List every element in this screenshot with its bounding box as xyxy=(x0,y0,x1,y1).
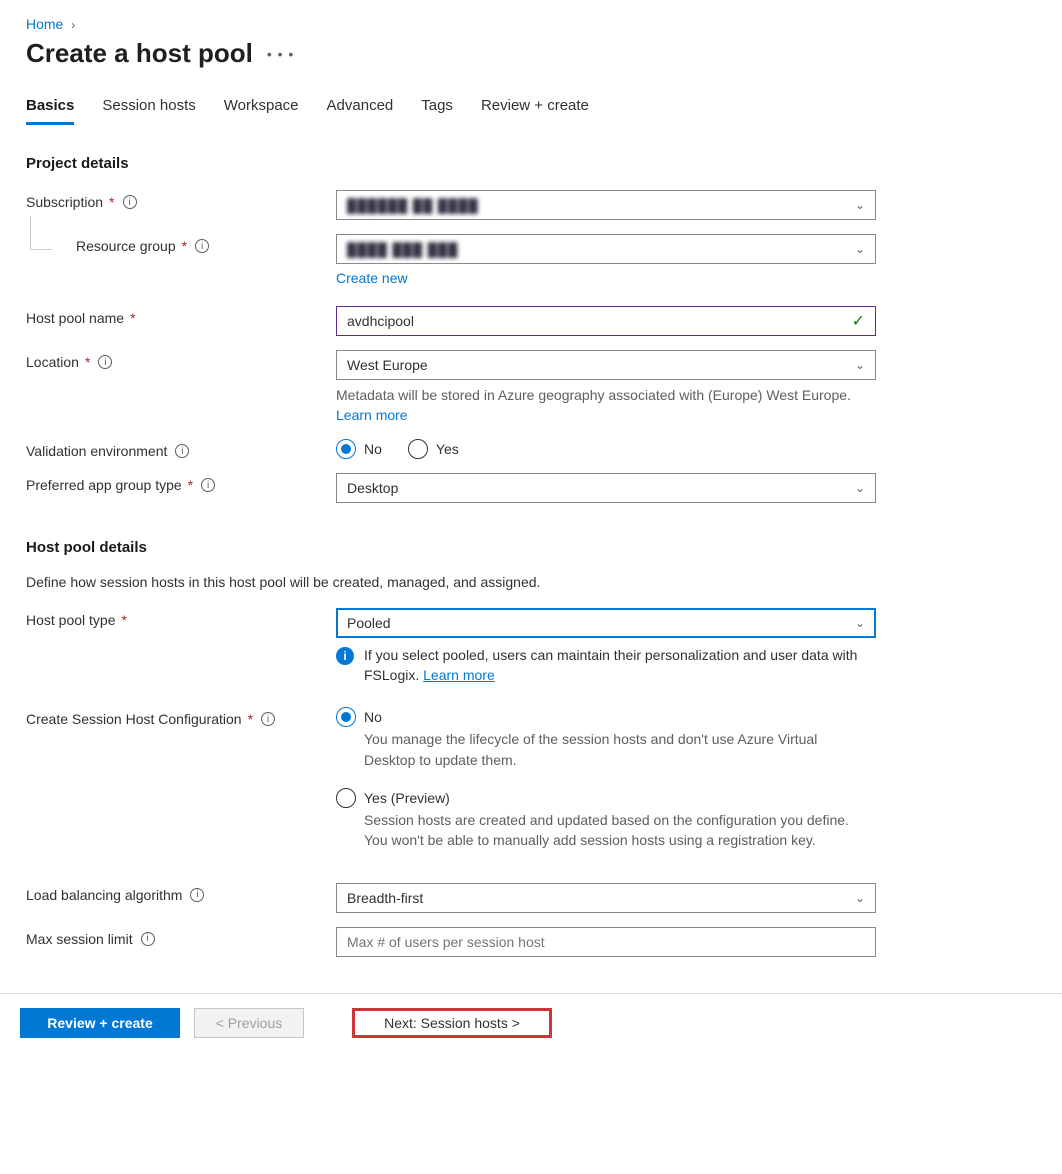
resource-group-label: Resource group xyxy=(76,238,176,254)
radio-label: No xyxy=(364,709,382,725)
breadcrumb-home[interactable]: Home xyxy=(26,16,63,32)
chevron-down-icon: ⌄ xyxy=(855,481,865,495)
location-learn-more-link[interactable]: Learn more xyxy=(336,407,408,423)
subscription-label: Subscription xyxy=(26,194,103,210)
max-session-input-wrapper xyxy=(336,927,876,957)
tab-basics[interactable]: Basics xyxy=(26,97,74,125)
check-icon: ✓ xyxy=(852,311,865,331)
tab-workspace[interactable]: Workspace xyxy=(224,97,299,125)
info-badge-icon: i xyxy=(336,647,354,665)
create-new-link[interactable]: Create new xyxy=(336,270,408,286)
info-icon[interactable]: i xyxy=(98,355,112,369)
info-icon[interactable]: i xyxy=(195,239,209,253)
hostpool-name-input[interactable]: avdhcipool ✓ xyxy=(336,306,876,336)
validation-no-radio[interactable]: No xyxy=(336,439,382,459)
subscription-dropdown[interactable]: ██████ ██ ████ ⌄ xyxy=(336,190,876,220)
more-actions-button[interactable]: • • • xyxy=(267,46,294,62)
required-indicator: * xyxy=(182,238,187,254)
radio-icon xyxy=(336,788,356,808)
location-helper: Metadata will be stored in Azure geograp… xyxy=(336,386,876,425)
validation-yes-radio[interactable]: Yes xyxy=(408,439,459,459)
required-indicator: * xyxy=(248,711,253,727)
radio-label: No xyxy=(364,441,382,457)
chevron-down-icon: ⌄ xyxy=(855,242,865,256)
section-hostpool-details: Host pool details xyxy=(26,539,1036,556)
required-indicator: * xyxy=(130,310,135,326)
chevron-down-icon: ⌄ xyxy=(855,616,865,630)
subscription-value: ██████ ██ ████ xyxy=(347,198,479,213)
shc-no-description: You manage the lifecycle of the session … xyxy=(364,729,864,770)
chevron-down-icon: ⌄ xyxy=(855,891,865,905)
hostpool-type-dropdown[interactable]: Pooled ⌄ xyxy=(336,608,876,638)
info-icon[interactable]: i xyxy=(141,932,155,946)
resource-group-dropdown[interactable]: ████ ███ ███ ⌄ xyxy=(336,234,876,264)
tabs: Basics Session hosts Workspace Advanced … xyxy=(26,97,1036,125)
info-icon[interactable]: i xyxy=(261,712,275,726)
hostpool-type-value: Pooled xyxy=(347,615,391,631)
resource-group-value: ████ ███ ███ xyxy=(347,242,458,257)
appgroup-type-label: Preferred app group type xyxy=(26,477,182,493)
chevron-right-icon: › xyxy=(71,18,75,32)
shc-no-radio[interactable]: No xyxy=(336,707,876,727)
hostpool-type-info: If you select pooled, users can maintain… xyxy=(364,646,876,685)
footer-bar: Review + create < Previous Next: Session… xyxy=(0,993,1062,1056)
shc-yes-radio[interactable]: Yes (Preview) xyxy=(336,788,876,808)
next-session-hosts-button[interactable]: Next: Session hosts > xyxy=(352,1008,552,1038)
tab-advanced[interactable]: Advanced xyxy=(327,97,394,125)
max-session-label: Max session limit xyxy=(26,931,133,947)
appgroup-type-dropdown[interactable]: Desktop ⌄ xyxy=(336,473,876,503)
appgroup-type-value: Desktop xyxy=(347,480,398,496)
section-project-details: Project details xyxy=(26,155,1036,172)
tab-tags[interactable]: Tags xyxy=(421,97,453,125)
location-value: West Europe xyxy=(347,357,428,373)
breadcrumb: Home › xyxy=(26,16,1036,32)
required-indicator: * xyxy=(109,194,114,210)
load-balancing-dropdown[interactable]: Breadth-first ⌄ xyxy=(336,883,876,913)
validation-env-label: Validation environment xyxy=(26,443,167,459)
session-host-config-label: Create Session Host Configuration xyxy=(26,711,242,727)
radio-icon xyxy=(336,439,356,459)
info-icon[interactable]: i xyxy=(123,195,137,209)
required-indicator: * xyxy=(188,477,193,493)
location-dropdown[interactable]: West Europe ⌄ xyxy=(336,350,876,380)
page-title: Create a host pool xyxy=(26,38,253,69)
tab-session-hosts[interactable]: Session hosts xyxy=(102,97,195,125)
chevron-down-icon: ⌄ xyxy=(855,358,865,372)
radio-label: Yes xyxy=(436,441,459,457)
indent-connector xyxy=(30,216,52,250)
max-session-input[interactable] xyxy=(347,928,865,956)
info-icon[interactable]: i xyxy=(175,444,189,458)
radio-icon xyxy=(336,707,356,727)
load-balancing-label: Load balancing algorithm xyxy=(26,887,182,903)
fslogix-learn-more-link[interactable]: Learn more xyxy=(423,667,495,683)
hostpool-name-value: avdhcipool xyxy=(347,313,414,329)
required-indicator: * xyxy=(85,354,90,370)
info-icon[interactable]: i xyxy=(190,888,204,902)
hostpool-name-label: Host pool name xyxy=(26,310,124,326)
shc-yes-description: Session hosts are created and updated ba… xyxy=(364,810,864,851)
hostpool-details-description: Define how session hosts in this host po… xyxy=(26,574,1036,590)
radio-icon xyxy=(408,439,428,459)
chevron-down-icon: ⌄ xyxy=(855,198,865,212)
hostpool-type-label: Host pool type xyxy=(26,612,116,628)
tab-review-create[interactable]: Review + create xyxy=(481,97,589,125)
previous-button[interactable]: < Previous xyxy=(194,1008,304,1038)
review-create-button[interactable]: Review + create xyxy=(20,1008,180,1038)
required-indicator: * xyxy=(122,612,127,628)
info-icon[interactable]: i xyxy=(201,478,215,492)
radio-label: Yes (Preview) xyxy=(364,790,450,806)
load-balancing-value: Breadth-first xyxy=(347,890,423,906)
location-label: Location xyxy=(26,354,79,370)
